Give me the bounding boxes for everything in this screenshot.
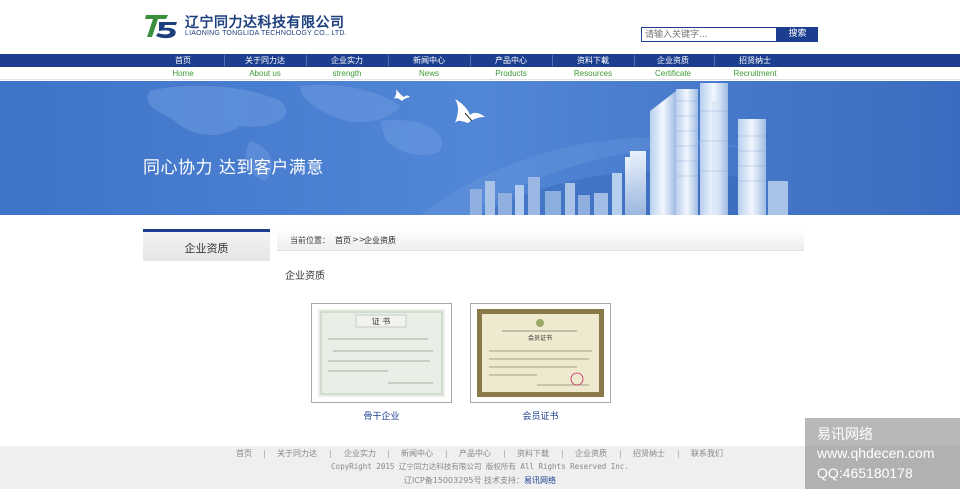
- nav-item-about[interactable]: 关于同力达 About us: [224, 54, 306, 80]
- company-logo[interactable]: 辽宁同力达科技有限公司 LIAONING TONGLIDA TECHNOLOGY…: [144, 12, 354, 42]
- certificate-image: 会员证书: [477, 309, 604, 397]
- breadcrumb-prefix: 当前位置：: [290, 236, 330, 245]
- sidebar-header: 企业资质: [143, 229, 270, 261]
- footer-link[interactable]: 首页: [236, 448, 252, 459]
- nav-label-cn: 招贤纳士: [739, 56, 771, 65]
- nav-label-en: News: [418, 69, 439, 78]
- footer-divider: [330, 450, 331, 458]
- footer-divider: [264, 450, 265, 458]
- nav-label-cn: 资料下載: [577, 56, 609, 65]
- footer-divider: [562, 450, 563, 458]
- footer-support-link[interactable]: 易讯网络: [524, 476, 556, 485]
- nav-label-en: Home: [172, 69, 194, 78]
- certificate-image: 证 书: [318, 309, 445, 397]
- nav-label-en: Products: [495, 69, 527, 78]
- watermark-line: 易讯网络: [817, 426, 873, 442]
- hero-banner: 同心协力 达到客户满意: [0, 81, 960, 215]
- nav-item-strength[interactable]: 企业实力 strength: [306, 54, 388, 80]
- nav-label-en: strength: [332, 69, 362, 78]
- footer-divider: [388, 450, 389, 458]
- page-title: 企业资质: [285, 271, 325, 282]
- footer-link[interactable]: 关于同力达: [277, 448, 317, 459]
- nav-label-cn: 产品中心: [495, 56, 527, 65]
- watermark-overlay: 易讯网络 www.qhdecen.com QQ:465180178: [805, 418, 960, 489]
- footer-link[interactable]: 产品中心: [459, 448, 491, 459]
- nav-item-certificate[interactable]: 企业资质 Certificate: [632, 54, 714, 80]
- nav-label-cn: 新闻中心: [413, 56, 445, 65]
- nav-item-home[interactable]: 首页 Home: [142, 54, 224, 80]
- nav-item-products[interactable]: 产品中心 Products: [470, 54, 552, 80]
- footer-divider: [678, 450, 679, 458]
- breadcrumb-current: 企业资质: [364, 236, 396, 245]
- footer-link[interactable]: 招贤纳士: [633, 448, 665, 459]
- footer-link[interactable]: 资料下载: [517, 448, 549, 459]
- nav-label-en: Certificate: [654, 69, 691, 78]
- certificate-card[interactable]: 证 书: [311, 303, 452, 403]
- nav-label-cn: 企业实力: [331, 56, 363, 65]
- footer-divider: [446, 450, 447, 458]
- certificate-card[interactable]: 会员证书: [470, 303, 611, 403]
- nav-label-cn: 企业资质: [657, 56, 689, 65]
- footer-link[interactable]: 新闻中心: [401, 448, 433, 459]
- footer-link[interactable]: 企业资质: [575, 448, 607, 459]
- footer-icp-text: 辽ICP备15003295号 技术支持：: [403, 476, 525, 485]
- footer-divider: [504, 450, 505, 458]
- footer-divider: [620, 450, 621, 458]
- certificate-caption[interactable]: 骨干企业: [311, 409, 452, 422]
- nav-label-en: Resources: [573, 69, 613, 78]
- footer-link[interactable]: 联系我们: [691, 448, 723, 459]
- tongli-logo-icon: [145, 15, 177, 39]
- watermark-line: QQ:465180178: [817, 465, 913, 481]
- breadcrumb: 当前位置： 首页 >> 企业资质: [277, 229, 804, 251]
- watermark-line: www.qhdecen.com: [817, 445, 935, 461]
- nav-item-news[interactable]: 新闻中心 News: [388, 54, 470, 80]
- certificate-stamp-text: 证 书: [372, 316, 391, 326]
- search-input[interactable]: [641, 27, 777, 42]
- company-name-cn: 辽宁同力达科技有限公司: [185, 15, 345, 31]
- nav-label-cn: 首页: [175, 56, 191, 65]
- certificate-caption[interactable]: 会员证书: [470, 409, 611, 422]
- nav-label-en: About us: [249, 69, 281, 78]
- nav-item-resources[interactable]: 资料下載 Resources: [552, 54, 634, 80]
- certificate-stamp-text: 会员证书: [528, 334, 552, 342]
- breadcrumb-home-link[interactable]: 首页: [335, 235, 351, 246]
- sidebar-title: 企业资质: [184, 242, 229, 255]
- banner-artwork: [0, 81, 960, 215]
- nav-label-cn: 关于同力达: [245, 56, 285, 65]
- company-name-en: LIAONING TONGLIDA TECHNOLOGY CO., LTD.: [185, 30, 347, 37]
- nav-item-recruitment[interactable]: 招贤纳士 Recruitment: [714, 54, 796, 80]
- nav-label-en: Recruitment: [733, 69, 777, 78]
- banner-slogan: 同心协力 达到客户满意: [143, 158, 324, 178]
- site-header: 辽宁同力达科技有限公司 LIAONING TONGLIDA TECHNOLOGY…: [0, 0, 960, 54]
- search-button[interactable]: 搜索: [777, 27, 818, 42]
- footer-link[interactable]: 企业实力: [344, 448, 376, 459]
